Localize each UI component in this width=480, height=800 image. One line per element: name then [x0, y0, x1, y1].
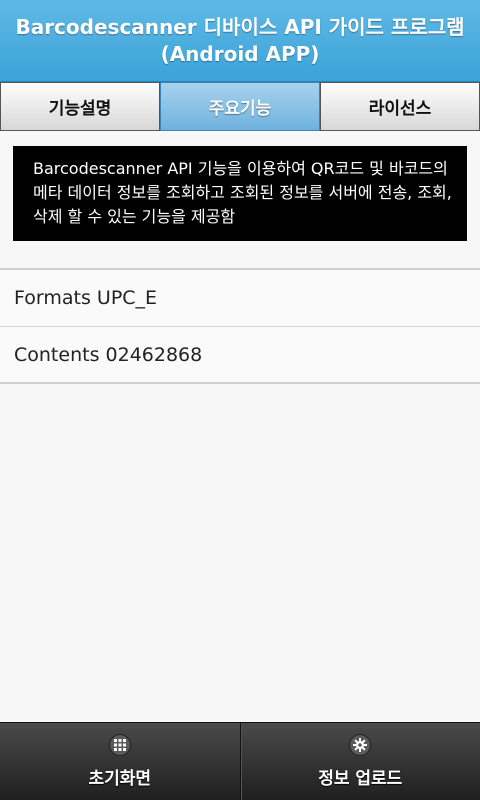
list-item-contents[interactable]: Contents 02462868 [0, 326, 480, 384]
contents-value: 02462868 [105, 343, 203, 366]
app-title: Barcodescanner 디바이스 API 가이드 프로그램 [15, 14, 465, 39]
home-button-label: 초기화면 [88, 769, 152, 789]
home-button[interactable]: 초기화면 [0, 723, 240, 800]
grid-icon [108, 734, 131, 756]
tab-main-features[interactable]: 주요기능 [160, 82, 320, 131]
tab-features-description[interactable]: 기능설명 [0, 82, 160, 131]
footer-bar: 초기화면 정보 업로드 [0, 722, 480, 800]
list-item-formats[interactable]: Formats UPC_E [0, 268, 480, 326]
upload-button-label: 정보 업로드 [318, 769, 403, 789]
formats-value: UPC_E [96, 287, 158, 309]
contents-label: Contents [14, 343, 100, 366]
app-subtitle: (Android APP) [160, 41, 320, 66]
result-list: Formats UPC_E Contents 02462868 [0, 268, 480, 384]
description-box: Barcodescanner API 기능을 이용하여 QR코드 및 바코드의 … [13, 146, 467, 241]
formats-label: Formats [14, 287, 91, 309]
app-header: Barcodescanner 디바이스 API 가이드 프로그램 (Androi… [0, 0, 480, 82]
upload-button[interactable]: 정보 업로드 [239, 723, 480, 800]
tab-bar: 기능설명 주요기능 라이선스 [0, 82, 480, 131]
tab-license[interactable]: 라이선스 [320, 82, 480, 131]
gear-icon [349, 734, 372, 756]
